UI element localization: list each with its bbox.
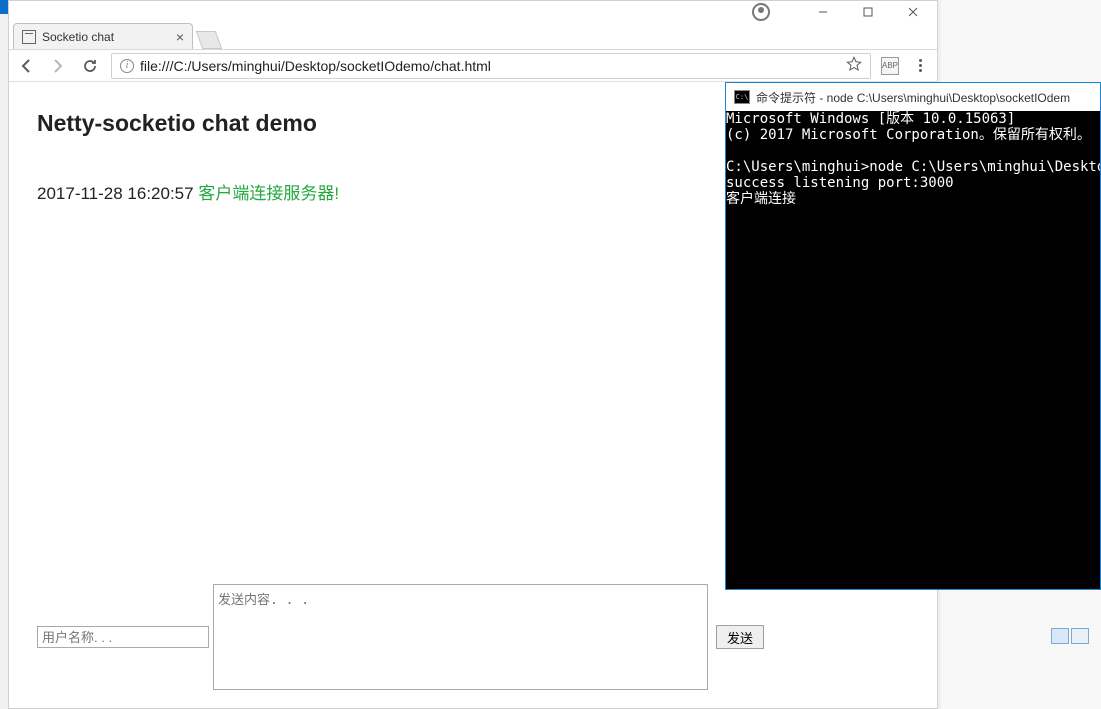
browser-tab[interactable]: Socketio chat × xyxy=(13,23,193,49)
url-text: file:///C:/Users/minghui/Desktop/socketI… xyxy=(140,58,491,74)
console-line: Microsoft Windows [版本 10.0.15063] xyxy=(726,111,1015,127)
tab-close-icon[interactable]: × xyxy=(176,29,184,45)
chat-form: 发送 xyxy=(37,584,909,690)
chat-message: 客户端连接服务器! xyxy=(198,184,339,203)
console-title: 命令提示符 - node C:\Users\minghui\Desktop\so… xyxy=(756,89,1070,106)
bookmark-star-icon[interactable] xyxy=(846,56,862,75)
forward-button[interactable] xyxy=(47,55,69,77)
message-input[interactable] xyxy=(213,584,708,690)
console-line: 客户端连接 xyxy=(726,191,796,207)
tab-bar: Socketio chat × xyxy=(9,22,937,50)
view-detail-icon[interactable] xyxy=(1071,628,1089,644)
maximize-button[interactable] xyxy=(845,2,890,22)
tray-icons xyxy=(1051,628,1089,644)
address-bar: i file:///C:/Users/minghui/Desktop/socke… xyxy=(9,50,937,82)
back-button[interactable] xyxy=(15,55,37,77)
console-output[interactable]: Microsoft Windows [版本 10.0.15063] (c) 20… xyxy=(726,111,1100,589)
view-list-icon[interactable] xyxy=(1051,628,1069,644)
window-titlebar xyxy=(9,1,937,22)
url-input[interactable]: i file:///C:/Users/minghui/Desktop/socke… xyxy=(111,53,871,79)
reload-button[interactable] xyxy=(79,55,101,77)
timestamp: 2017-11-28 16:20:57 xyxy=(37,184,194,203)
console-line: success listening port:3000 xyxy=(726,175,954,191)
console-titlebar[interactable]: C:\ 命令提示符 - node C:\Users\minghui\Deskto… xyxy=(726,83,1100,111)
username-input[interactable] xyxy=(37,626,209,648)
tab-title: Socketio chat xyxy=(42,30,114,44)
console-line: C:\Users\minghui>node C:\Users\minghui\D… xyxy=(726,159,1100,175)
new-tab-button[interactable] xyxy=(196,31,223,49)
cmd-icon: C:\ xyxy=(734,90,750,104)
console-line: (c) 2017 Microsoft Corporation。保留所有权利。 xyxy=(726,127,1091,143)
site-info-icon[interactable]: i xyxy=(120,59,134,73)
close-button[interactable] xyxy=(890,2,935,22)
extension-icon[interactable]: ABP xyxy=(881,57,899,75)
user-profile-icon[interactable] xyxy=(752,3,770,21)
send-button[interactable]: 发送 xyxy=(716,625,764,649)
page-icon xyxy=(22,30,36,44)
chrome-menu-icon[interactable] xyxy=(909,59,931,72)
console-window: C:\ 命令提示符 - node C:\Users\minghui\Deskto… xyxy=(725,82,1101,590)
minimize-button[interactable] xyxy=(800,2,845,22)
